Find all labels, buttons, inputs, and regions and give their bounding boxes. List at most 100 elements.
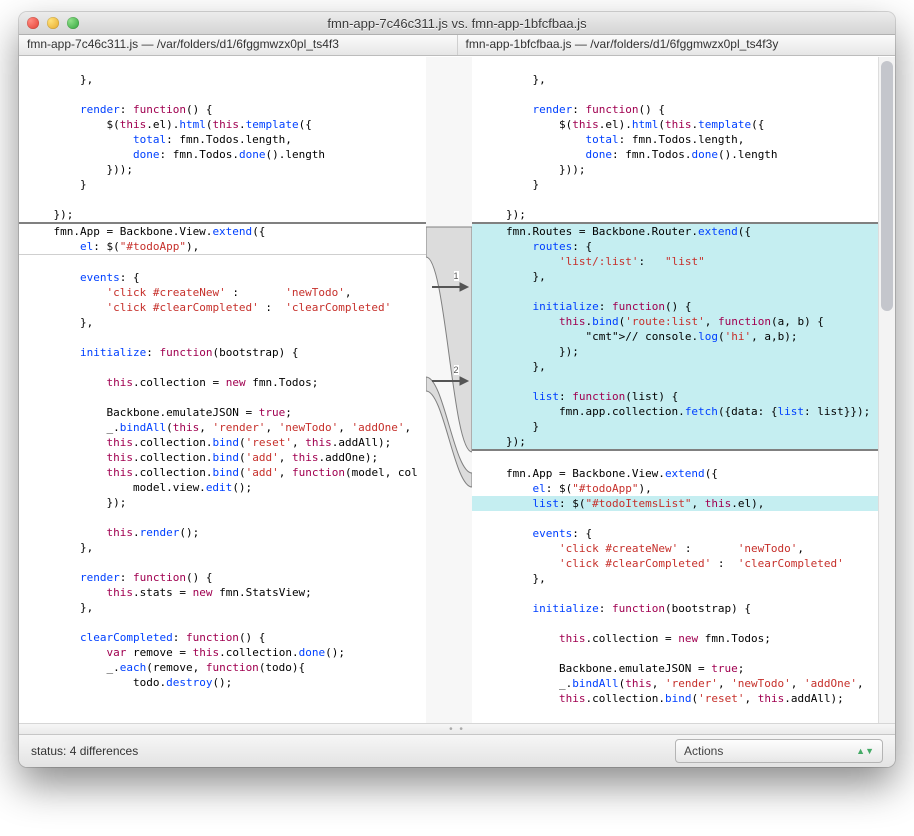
code-line: this.stats = new fmn.StatsView;	[19, 585, 426, 600]
code-line: },	[19, 315, 426, 330]
code-line: _.bindAll(this, 'render', 'newTodo', 'ad…	[19, 420, 426, 435]
status-value: 4 differences	[70, 744, 139, 758]
code-line: el: $("#todoApp"),	[19, 239, 426, 254]
code-line: initialize: function() {	[472, 299, 879, 314]
code-line: }	[19, 177, 426, 192]
code-line: this.collection.bind('reset', this.addAl…	[472, 691, 879, 706]
code-line	[19, 510, 426, 525]
code-line: 'click #clearCompleted' : 'clearComplete…	[472, 556, 879, 571]
minimize-icon[interactable]	[47, 17, 59, 29]
code-line: Backbone.emulateJSON = true;	[19, 405, 426, 420]
window-titlebar[interactable]: fmn-app-7c46c311.js vs. fmn-app-1bfcfbaa…	[19, 12, 895, 35]
scroll-thumb[interactable]	[881, 61, 893, 311]
diff-connector-icon	[426, 57, 472, 723]
code-line: });	[472, 344, 879, 359]
diff-window: fmn-app-7c46c311.js vs. fmn-app-1bfcfbaa…	[19, 12, 895, 767]
code-line: fmn.App = Backbone.View.extend({	[19, 224, 426, 239]
code-line: list: function(list) {	[472, 389, 879, 404]
code-line	[19, 192, 426, 207]
left-file-path: fmn-app-7c46c311.js — /var/folders/d1/6f…	[19, 35, 458, 55]
left-pane[interactable]: }, render: function() { $(this.el).html(…	[19, 57, 426, 723]
code-line: }	[472, 177, 879, 192]
gutter-marker-2: 2	[454, 365, 459, 375]
code-line: this.collection.bind('add', this.addOne)…	[19, 450, 426, 465]
code-line: $(this.el).html(this.template({	[19, 117, 426, 132]
code-line: this.collection = new fmn.Todos;	[472, 631, 879, 646]
code-line	[472, 87, 879, 102]
resize-handle[interactable]: • •	[19, 723, 895, 734]
code-line	[19, 87, 426, 102]
code-line: fmn.App = Backbone.View.extend({	[472, 466, 879, 481]
right-pane[interactable]: }, render: function() { $(this.el).html(…	[472, 57, 879, 723]
code-line: },	[19, 72, 426, 87]
code-line	[472, 616, 879, 631]
code-line: render: function() {	[472, 102, 879, 117]
code-line: events: {	[472, 526, 879, 541]
status-text: status: 4 differences	[31, 744, 138, 758]
code-line: events: {	[19, 270, 426, 285]
code-line: },	[19, 540, 426, 555]
status-bar: status: 4 differences Actions ▲▼	[19, 734, 895, 767]
code-line: render: function() {	[19, 102, 426, 117]
right-file-path: fmn-app-1bfcfbaa.js — /var/folders/d1/6f…	[458, 35, 896, 55]
code-line: },	[472, 72, 879, 87]
code-line: initialize: function(bootstrap) {	[472, 601, 879, 616]
code-line: },	[19, 600, 426, 615]
close-icon[interactable]	[27, 17, 39, 29]
code-line	[19, 555, 426, 570]
code-line	[19, 57, 426, 72]
diff-body: }, render: function() { $(this.el).html(…	[19, 56, 895, 723]
grip-icon: • •	[449, 724, 465, 735]
gutter-marker-1: 1	[454, 271, 459, 281]
code-line: el: $("#todoApp"),	[472, 481, 879, 496]
code-line: total: fmn.Todos.length,	[19, 132, 426, 147]
code-line: todo.destroy();	[19, 675, 426, 690]
code-line: });	[472, 434, 879, 449]
code-line: fmn.Routes = Backbone.Router.extend({	[472, 224, 879, 239]
code-line: fmn.app.collection.fetch({data: {list: l…	[472, 404, 879, 419]
code-line: done: fmn.Todos.done().length	[19, 147, 426, 162]
code-line: done: fmn.Todos.done().length	[472, 147, 879, 162]
window-title: fmn-app-7c46c311.js vs. fmn-app-1bfcfbaa…	[19, 16, 895, 31]
code-line: this.collection.bind('add', function(mod…	[19, 465, 426, 480]
code-line	[19, 615, 426, 630]
code-line	[472, 192, 879, 207]
code-line: routes: {	[472, 239, 879, 254]
code-line: this.collection.bind('reset', this.addAl…	[19, 435, 426, 450]
code-line	[472, 646, 879, 661]
code-line: var remove = this.collection.done();	[19, 645, 426, 660]
diff-gutter: 1 2	[426, 57, 472, 723]
status-label: status:	[31, 744, 66, 758]
code-line: 'click #createNew' : 'newTodo',	[19, 285, 426, 300]
code-line: initialize: function(bootstrap) {	[19, 345, 426, 360]
code-line	[472, 451, 879, 466]
code-line	[472, 374, 879, 389]
code-line: 'list/:list': "list"	[472, 254, 879, 269]
code-line: });	[19, 495, 426, 510]
code-line	[19, 330, 426, 345]
code-line: list: $("#todoItemsList", this.el),	[472, 496, 879, 511]
file-path-row: fmn-app-7c46c311.js — /var/folders/d1/6f…	[19, 35, 895, 56]
code-line: 'click #createNew' : 'newTodo',	[472, 541, 879, 556]
code-line	[19, 255, 426, 270]
vertical-scrollbar[interactable]	[878, 57, 895, 723]
code-line: _.each(remove, function(todo){	[19, 660, 426, 675]
code-line: total: fmn.Todos.length,	[472, 132, 879, 147]
code-line: model.view.edit();	[19, 480, 426, 495]
code-line: clearCompleted: function() {	[19, 630, 426, 645]
code-line: 'click #clearCompleted' : 'clearComplete…	[19, 300, 426, 315]
code-line	[19, 360, 426, 375]
code-line: },	[472, 571, 879, 586]
actions-menu[interactable]: Actions ▲▼	[675, 739, 883, 763]
code-line: },	[472, 359, 879, 374]
code-line	[19, 390, 426, 405]
code-line: $(this.el).html(this.template({	[472, 117, 879, 132]
code-line	[472, 586, 879, 601]
code-line: }));	[19, 162, 426, 177]
code-line	[472, 57, 879, 72]
code-line: this.bind('route:list', function(a, b) {	[472, 314, 879, 329]
zoom-icon[interactable]	[67, 17, 79, 29]
code-line: },	[472, 269, 879, 284]
code-line: this.render();	[19, 525, 426, 540]
code-line: _.bindAll(this, 'render', 'newTodo', 'ad…	[472, 676, 879, 691]
